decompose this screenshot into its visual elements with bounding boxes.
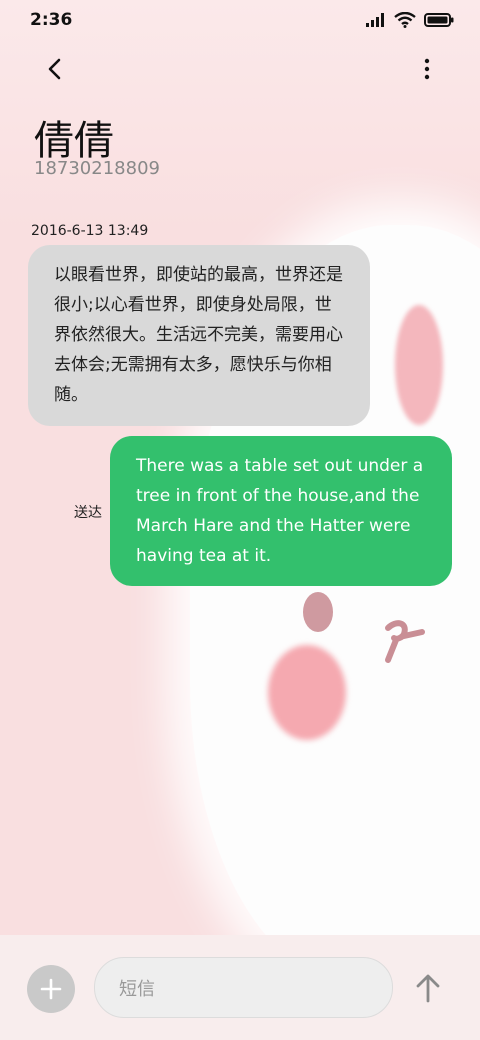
- status-time: 2:36: [30, 10, 73, 30]
- bunny-nose: [385, 620, 425, 663]
- bunny-ear-inner: [395, 305, 443, 425]
- back-button[interactable]: [40, 54, 70, 84]
- status-icons: [366, 12, 454, 28]
- incoming-message-bubble[interactable]: 以眼看世界，即使站的最高，世界还是很小;以心看世界，即使身处局限，世界依然很大。…: [28, 245, 370, 426]
- composer-bar: 短信: [0, 935, 480, 1040]
- bunny-eye: [303, 592, 333, 632]
- incoming-message-text: 以眼看世界，即使站的最高，世界还是很小;以心看世界，即使身处局限，世界依然很大。…: [54, 265, 343, 405]
- send-arrow-icon: [416, 974, 440, 1003]
- outgoing-message-bubble[interactable]: There was a table set out under a tree i…: [110, 436, 452, 586]
- battery-icon: [424, 13, 454, 27]
- back-arrow-icon: [48, 58, 61, 80]
- outgoing-message-text: There was a table set out under a tree i…: [136, 456, 424, 566]
- contact-number: 18730218809: [34, 158, 160, 179]
- signal-icon: [366, 13, 384, 27]
- sent-status: 送达: [74, 505, 102, 521]
- status-bar: 2:36: [0, 0, 480, 40]
- conversation-header: [0, 48, 480, 88]
- sms-input-placeholder: 短信: [119, 978, 155, 1000]
- bunny-cheek: [268, 645, 346, 740]
- send-button[interactable]: [410, 968, 446, 1008]
- wifi-icon: [394, 12, 416, 28]
- add-attachment-button[interactable]: [27, 965, 75, 1013]
- plus-icon: [40, 978, 62, 1000]
- message-timestamp: 2016-6-13 13:49: [31, 223, 149, 239]
- more-options-button[interactable]: [412, 54, 442, 84]
- more-vertical-icon: [424, 58, 430, 80]
- sms-input[interactable]: 短信: [94, 957, 393, 1018]
